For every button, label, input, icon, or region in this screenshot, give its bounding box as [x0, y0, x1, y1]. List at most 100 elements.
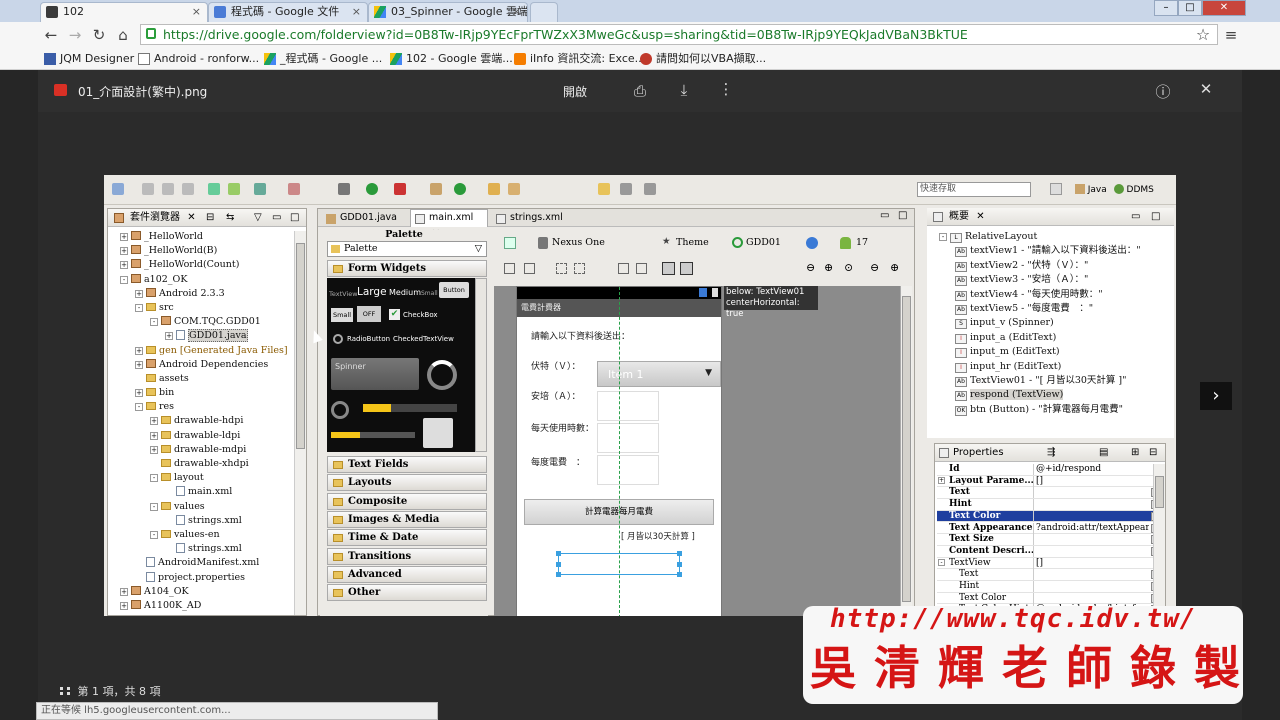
tree-item[interactable]: + _HelloWorld — [120, 230, 288, 244]
tree-item[interactable]: drawable-xhdpi — [120, 457, 288, 471]
resize-handle[interactable] — [556, 562, 561, 567]
tree-item[interactable]: + A104_OK — [120, 585, 288, 599]
property-value[interactable] — [1033, 569, 1149, 581]
canvas-scrollbar[interactable] — [900, 286, 912, 616]
volt-spinner[interactable]: Item 1 ▼ — [597, 361, 721, 387]
property-value[interactable] — [1033, 592, 1149, 604]
tree-item[interactable]: + drawable-hdpi — [120, 414, 288, 428]
expand-toggle-icon[interactable]: + — [150, 445, 158, 454]
new-tab-button[interactable] — [530, 2, 558, 22]
minimize-icon[interactable]: ▭ — [272, 209, 281, 226]
tree-item[interactable]: + A1100K_AD — [120, 599, 288, 613]
forward-icon[interactable]: → — [66, 26, 84, 44]
tree-item[interactable]: - COM.TQC.GDD01 — [120, 315, 288, 329]
expand-toggle-icon[interactable]: - — [135, 403, 143, 412]
perspective-ddms[interactable]: DDMS — [1127, 185, 1154, 195]
resize-handle[interactable] — [677, 572, 682, 577]
zoom-in-icon[interactable]: ⊕ — [824, 261, 833, 274]
expand-toggle-icon[interactable]: - — [150, 502, 158, 511]
bookmark-android[interactable]: Android - ronforw... — [138, 51, 259, 67]
property-value[interactable]: [] — [1033, 557, 1149, 569]
print-icon[interactable]: ⎙ — [630, 82, 650, 100]
amp-input[interactable] — [597, 391, 659, 421]
info-icon[interactable]: ⓘ — [1153, 81, 1173, 102]
close-icon[interactable]: ✕ — [187, 212, 195, 223]
expand-toggle-icon[interactable]: + — [120, 587, 128, 596]
bookmark-jqm[interactable]: JQM Designer — [44, 51, 134, 67]
minimize-icon[interactable]: – — [1154, 0, 1178, 16]
outline-item[interactable]: Ab textView1 - "請輸入以下資料後送出：" — [939, 244, 1141, 258]
filter-icon[interactable]: ⇶ — [1047, 444, 1055, 461]
maximize-icon[interactable]: □ — [898, 210, 907, 221]
property-value[interactable] — [1033, 534, 1149, 546]
bookmark-vba[interactable]: 請問如何以VBA擷取... — [640, 51, 766, 67]
tree-item[interactable]: project.properties — [120, 571, 288, 585]
close-icon[interactable]: ✕ — [976, 211, 984, 222]
layout-canvas[interactable]: 電費計費器 請輸入以下資料後送出： 伏特（Ｖ）： 安培（Ａ）： 每天使用時數： … — [494, 286, 912, 616]
expand-toggle-icon[interactable]: + — [120, 247, 128, 256]
property-row[interactable]: - TextView [] — [937, 557, 1165, 570]
package-explorer-tab[interactable]: 套件瀏覽器 ✕ ⊟ ⇆ ▽ ▭ □ — [108, 209, 306, 227]
more-icon[interactable]: ⋮ — [716, 80, 736, 98]
align-icon-2[interactable] — [636, 263, 647, 274]
browser-tab-1[interactable]: 102 × — [40, 2, 208, 22]
bookmark-iinfo[interactable]: iInfo 資訊交流: Exce... — [514, 51, 645, 67]
palette-group[interactable]: Text Fields — [327, 456, 487, 473]
tree-item[interactable]: + _HelloWorld(B) — [120, 244, 288, 258]
scrollbar-thumb[interactable] — [1155, 476, 1164, 508]
tab-main-xml[interactable]: main.xml ✕ — [410, 209, 488, 239]
tree-item[interactable]: strings.xml — [120, 514, 288, 528]
outline-item[interactable]: Ab textView4 - "每天使用時數：" — [939, 288, 1141, 302]
collapse-all-icon[interactable]: ⊟ — [206, 209, 214, 226]
amp-label[interactable]: 安培（Ａ）： — [531, 389, 581, 402]
sort-icon[interactable]: ▤ — [1099, 444, 1108, 461]
expand-all-icon[interactable]: ⊞ — [1131, 444, 1139, 461]
zoom-out-2-icon[interactable]: ⊖ — [870, 261, 879, 274]
tree-item[interactable]: - a102_OK — [120, 273, 288, 287]
align-icon[interactable] — [618, 263, 629, 274]
expand-toggle-icon[interactable]: + — [120, 233, 128, 241]
property-row[interactable]: Text Appearance?android:attr/textAppeara… — [937, 522, 1165, 535]
palette-group[interactable]: Images & Media — [327, 510, 487, 528]
palette-form-widgets[interactable]: Form Widgets — [327, 260, 487, 277]
expand-toggle-icon[interactable]: + — [120, 261, 128, 270]
fill-width-icon[interactable] — [504, 263, 515, 274]
outline-item[interactable]: Sinput_v (Spinner) — [939, 316, 1141, 330]
menu-icon[interactable]: ≡ — [1222, 26, 1240, 44]
tree-item[interactable]: AndroidManifest.xml — [120, 556, 288, 570]
outline-item[interactable]: Ab textView3 - "安培（Ａ）：" — [939, 273, 1141, 287]
volt-label[interactable]: 伏特（Ｖ）： — [531, 359, 581, 372]
theme-select[interactable]: Theme — [676, 237, 709, 248]
outline-tab[interactable]: 概要 ✕ ▭ □ — [927, 208, 1174, 226]
margins-icon[interactable] — [556, 263, 567, 274]
home-icon[interactable]: ⌂ — [114, 26, 132, 44]
tree-item[interactable]: + bin — [120, 386, 288, 400]
outline-item[interactable]: Ab textView5 - "每度電費 ：" — [939, 302, 1141, 316]
expand-toggle-icon[interactable]: - — [939, 233, 947, 241]
next-image-button[interactable]: › — [1200, 382, 1232, 410]
expand-toggle-icon[interactable]: - — [938, 558, 945, 566]
download-icon[interactable]: ⤓ — [674, 81, 694, 99]
reload-icon[interactable]: ↻ — [90, 26, 108, 44]
tree-item[interactable]: assets — [120, 372, 288, 386]
open-button[interactable]: 開啟 — [563, 83, 587, 100]
fill-height-icon[interactable] — [524, 263, 535, 274]
resize-handle[interactable] — [677, 562, 682, 567]
expand-toggle-icon[interactable]: + — [150, 431, 158, 440]
close-viewer-icon[interactable]: ✕ — [1196, 80, 1216, 98]
property-row[interactable]: Hint… — [937, 581, 1165, 593]
star-icon[interactable]: ☆ — [1194, 26, 1212, 44]
rate-input[interactable] — [597, 455, 659, 485]
api-select[interactable]: 17 — [856, 237, 868, 248]
palette-group[interactable]: Composite — [327, 492, 487, 510]
property-value[interactable] — [1033, 487, 1149, 499]
prompt-text[interactable]: 請輸入以下資料後送出： — [531, 329, 630, 342]
properties-tab[interactable]: Properties ⇶ ▤ ⊞ ⊟ — [935, 444, 1165, 462]
expand-toggle-icon[interactable]: - — [150, 318, 158, 327]
tree-item[interactable]: - values-en — [120, 528, 288, 542]
hours-label[interactable]: 每天使用時數： — [531, 421, 594, 434]
layout-icon-2[interactable] — [680, 262, 693, 275]
tree-scrollbar[interactable] — [294, 231, 306, 615]
address-bar[interactable]: https://drive.google.com/folderview?id=0… — [140, 24, 1218, 45]
back-icon[interactable]: ← — [42, 26, 60, 44]
